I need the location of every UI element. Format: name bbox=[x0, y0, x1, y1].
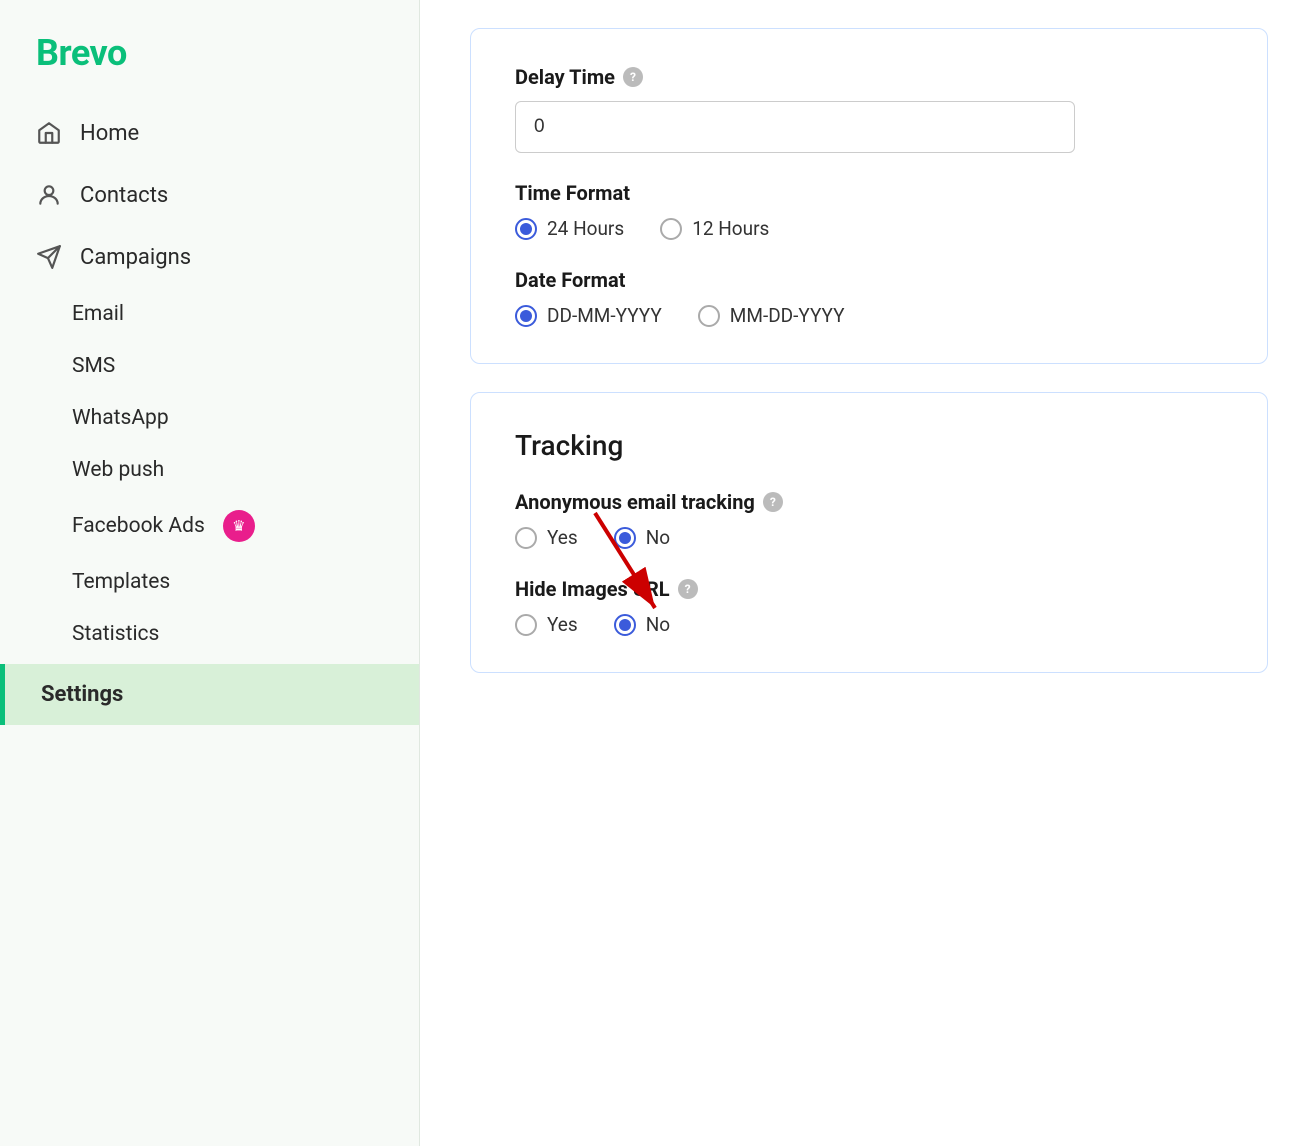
date-format-label: Date Format bbox=[515, 268, 1223, 292]
anon-yes-label: Yes bbox=[547, 526, 578, 549]
sidebar-item-whatsapp-label: WhatsApp bbox=[72, 406, 169, 430]
home-icon bbox=[36, 120, 62, 146]
sidebar-item-sms-label: SMS bbox=[72, 354, 115, 378]
sidebar-item-campaigns[interactable]: Campaigns bbox=[0, 226, 419, 288]
hide-images-url-help-icon[interactable]: ? bbox=[678, 579, 698, 599]
delay-time-label: Delay Time ? bbox=[515, 65, 1223, 89]
hide-yes-label: Yes bbox=[547, 613, 578, 636]
date-format-radio-group: DD-MM-YYYY MM-DD-YYYY bbox=[515, 304, 1223, 327]
sidebar-item-contacts[interactable]: Contacts bbox=[0, 164, 419, 226]
radio-12h-circle bbox=[660, 218, 682, 240]
tracking-section: Tracking Anonymous email tracking ? Yes … bbox=[470, 392, 1268, 673]
hide-no-circle bbox=[614, 614, 636, 636]
radio-mm-dd-label: MM-DD-YYYY bbox=[730, 304, 845, 327]
radio-24h-label: 24 Hours bbox=[547, 217, 624, 240]
tracking-title: Tracking bbox=[515, 429, 1223, 462]
anonymous-tracking-no[interactable]: No bbox=[614, 526, 670, 549]
hide-images-url-field: Hide Images URL ? Yes No bbox=[515, 577, 1223, 636]
date-format-dd-mm[interactable]: DD-MM-YYYY bbox=[515, 304, 662, 327]
anonymous-tracking-label: Anonymous email tracking ? bbox=[515, 490, 1223, 514]
hide-images-url-label: Hide Images URL ? bbox=[515, 577, 1223, 601]
anonymous-tracking-field: Anonymous email tracking ? Yes No bbox=[515, 490, 1223, 549]
campaigns-icon bbox=[36, 244, 62, 270]
hide-yes-circle bbox=[515, 614, 537, 636]
hide-no-label: No bbox=[646, 613, 670, 636]
sidebar-item-facebook-ads-label: Facebook Ads bbox=[72, 514, 205, 538]
delay-time-field: Delay Time ? bbox=[515, 65, 1223, 153]
sidebar-item-facebook-ads[interactable]: Facebook Ads ♛ bbox=[0, 496, 419, 556]
brand-name: Brevo bbox=[36, 32, 127, 74]
anon-no-label: No bbox=[646, 526, 670, 549]
sidebar-item-email-label: Email bbox=[72, 302, 124, 326]
sidebar-item-campaigns-label: Campaigns bbox=[80, 245, 191, 270]
anonymous-tracking-help-icon[interactable]: ? bbox=[763, 492, 783, 512]
sidebar-item-home-label: Home bbox=[80, 121, 139, 146]
crown-badge: ♛ bbox=[223, 510, 255, 542]
sidebar-item-statistics-label: Statistics bbox=[72, 622, 159, 646]
sidebar-item-web-push-label: Web push bbox=[72, 458, 164, 482]
time-format-radio-group: 24 Hours 12 Hours bbox=[515, 217, 1223, 240]
radio-dd-mm-circle bbox=[515, 305, 537, 327]
anon-yes-circle bbox=[515, 527, 537, 549]
sidebar-item-web-push[interactable]: Web push bbox=[0, 444, 419, 496]
sidebar-item-settings-label: Settings bbox=[41, 682, 123, 707]
radio-mm-dd-circle bbox=[698, 305, 720, 327]
sidebar-item-templates-label: Templates bbox=[72, 570, 170, 594]
hide-images-url-radio-group: Yes No bbox=[515, 613, 1223, 636]
sidebar-item-email[interactable]: Email bbox=[0, 288, 419, 340]
time-format-24h[interactable]: 24 Hours bbox=[515, 217, 624, 240]
sidebar-item-settings[interactable]: Settings bbox=[0, 664, 419, 725]
time-date-section: Delay Time ? Time Format 24 Hours 12 Hou… bbox=[470, 28, 1268, 364]
anon-no-circle bbox=[614, 527, 636, 549]
time-format-field: Time Format 24 Hours 12 Hours bbox=[515, 181, 1223, 240]
date-format-field: Date Format DD-MM-YYYY MM-DD-YYYY bbox=[515, 268, 1223, 327]
sidebar-item-sms[interactable]: SMS bbox=[0, 340, 419, 392]
delay-time-help-icon[interactable]: ? bbox=[623, 67, 643, 87]
anonymous-tracking-radio-group: Yes No bbox=[515, 526, 1223, 549]
sidebar: Brevo Home Contacts Campaigns bbox=[0, 0, 420, 1146]
radio-dd-mm-label: DD-MM-YYYY bbox=[547, 304, 662, 327]
sidebar-item-home[interactable]: Home bbox=[0, 102, 419, 164]
sidebar-item-contacts-label: Contacts bbox=[80, 183, 168, 208]
logo: Brevo bbox=[0, 0, 419, 102]
delay-time-input[interactable] bbox=[515, 101, 1075, 153]
radio-24h-circle bbox=[515, 218, 537, 240]
time-format-12h[interactable]: 12 Hours bbox=[660, 217, 769, 240]
sidebar-item-templates[interactable]: Templates bbox=[0, 556, 419, 608]
anonymous-tracking-yes[interactable]: Yes bbox=[515, 526, 578, 549]
sidebar-item-whatsapp[interactable]: WhatsApp bbox=[0, 392, 419, 444]
hide-images-no[interactable]: No bbox=[614, 613, 670, 636]
sidebar-item-statistics[interactable]: Statistics bbox=[0, 608, 419, 660]
contacts-icon bbox=[36, 182, 62, 208]
hide-images-yes[interactable]: Yes bbox=[515, 613, 578, 636]
time-format-label: Time Format bbox=[515, 181, 1223, 205]
date-format-mm-dd[interactable]: MM-DD-YYYY bbox=[698, 304, 845, 327]
main-content: Delay Time ? Time Format 24 Hours 12 Hou… bbox=[420, 0, 1308, 1146]
radio-12h-label: 12 Hours bbox=[692, 217, 769, 240]
